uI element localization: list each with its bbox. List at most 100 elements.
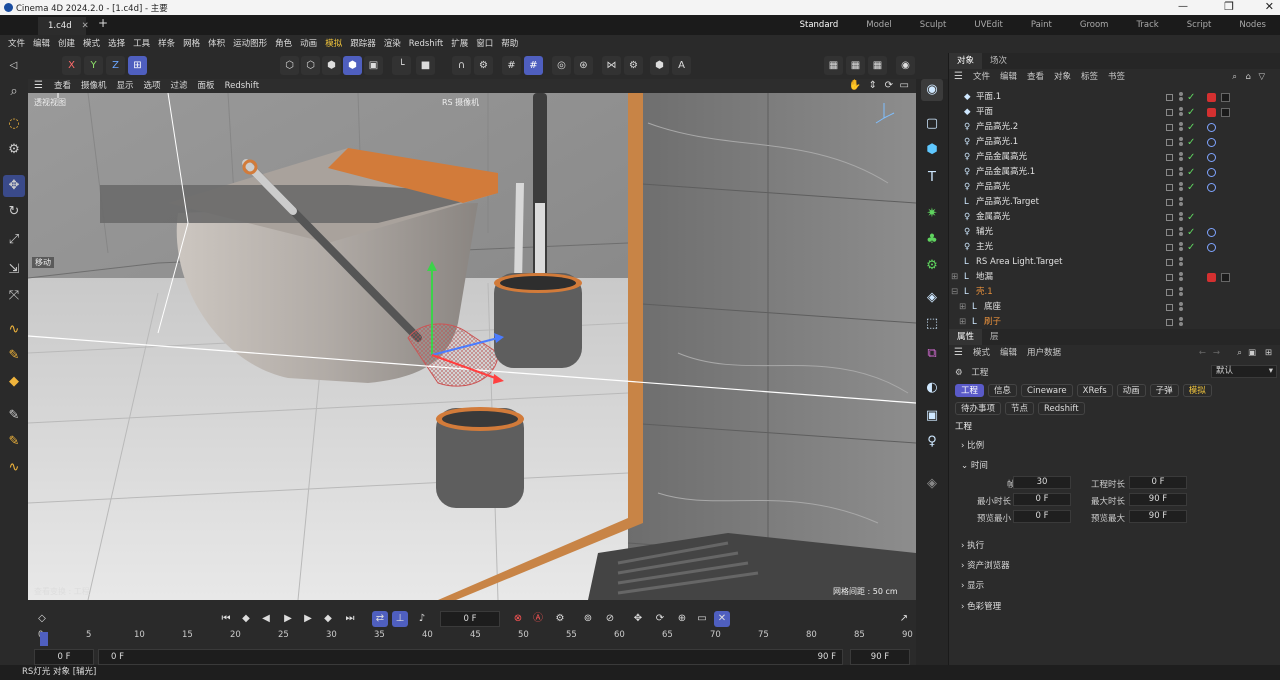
object-row[interactable]: ◆ 平面 ✓ <box>949 105 1280 120</box>
attr-tab-xrefs[interactable]: XRefs <box>1076 384 1113 397</box>
target-tag-icon[interactable] <box>1207 138 1216 147</box>
menu-item-4[interactable]: 选择 <box>104 35 129 53</box>
environment-icon[interactable]: ◐ <box>921 377 943 399</box>
menu-item-17[interactable]: 窗口 <box>472 35 497 53</box>
coordinate-system-icon[interactable]: ⊞ <box>128 56 147 75</box>
preview-max-field[interactable]: 90 F <box>1129 510 1187 523</box>
key-filter-icon[interactable]: ⊘ <box>602 611 618 627</box>
viewport-menu-camera[interactable]: 摄像机 <box>76 79 112 93</box>
enabled-check-icon[interactable]: ✓ <box>1187 165 1195 180</box>
object-row[interactable]: ⊞ L 底座 <box>949 300 1280 315</box>
lock-icon[interactable]: ▣ <box>1243 345 1261 361</box>
volume-icon[interactable]: ⧉ <box>921 343 943 365</box>
loop-icon[interactable]: ⇄ <box>372 611 388 627</box>
generator-icon[interactable]: ✷ <box>921 203 943 225</box>
maximize-viewport-icon[interactable]: ▭ <box>895 79 914 93</box>
viewport-menu-panel[interactable]: 面板 <box>193 79 220 93</box>
brush-icon[interactable]: ✎ <box>3 405 25 427</box>
visibility-dots-icon[interactable] <box>1179 197 1183 207</box>
layer-icon[interactable] <box>1166 289 1173 296</box>
search-icon[interactable]: ⌕ <box>3 81 25 103</box>
layer-icon[interactable] <box>1166 154 1173 161</box>
viewport-menu-display[interactable]: 显示 <box>112 79 139 93</box>
object-row[interactable]: ♀ 产品高光.1 ✓ <box>949 135 1280 150</box>
record-icon[interactable]: ⊗ <box>510 611 526 627</box>
layer-icon[interactable] <box>1166 109 1173 116</box>
menu-item-18[interactable]: 帮助 <box>497 35 522 53</box>
object-row[interactable]: ♀ 主光 ✓ <box>949 240 1280 255</box>
layer-icon[interactable] <box>1166 229 1173 236</box>
visibility-dots-icon[interactable] <box>1179 167 1183 177</box>
menu-item-8[interactable]: 体积 <box>204 35 229 53</box>
group-execute[interactable]: › 执行 <box>961 539 984 551</box>
axis-x-toggle[interactable]: X <box>62 56 81 75</box>
object-row[interactable]: ⊞ L 刷子 <box>949 315 1280 326</box>
enabled-check-icon[interactable]: ✓ <box>1187 225 1195 240</box>
attr-tab-bullet[interactable]: 子弹 <box>1149 384 1179 397</box>
menu-item-10[interactable]: 角色 <box>271 35 296 53</box>
deformer-icon[interactable]: ◈ <box>921 287 943 309</box>
edges-mode-icon[interactable]: ⬡ <box>301 56 320 75</box>
group-scale[interactable]: › 比例 <box>961 439 984 451</box>
object-name[interactable]: 金属高光 <box>976 210 1010 225</box>
attr-tab-info[interactable]: 信息 <box>988 384 1018 397</box>
viewport-menu-filter[interactable]: 过滤 <box>166 79 193 93</box>
visibility-dots-icon[interactable] <box>1179 107 1183 117</box>
magnet-icon[interactable]: ∩ <box>452 56 471 75</box>
tab-takes[interactable]: 场次 <box>982 53 1015 69</box>
menu-item-13[interactable]: 跟踪器 <box>346 35 380 53</box>
selection-options-icon[interactable]: ⚙ <box>3 139 25 161</box>
group-display[interactable]: › 显示 <box>961 579 984 591</box>
duration-field[interactable]: 0 F <box>1129 476 1187 489</box>
object-name[interactable]: 底座 <box>984 300 1001 315</box>
tab-attributes[interactable]: 属性 <box>949 329 983 345</box>
visibility-dots-icon[interactable] <box>1179 272 1183 282</box>
next-key-icon[interactable]: ◆ <box>320 611 336 627</box>
paint-icon[interactable]: ✎ <box>3 431 25 453</box>
menu-item-11[interactable]: 动画 <box>296 35 321 53</box>
enabled-check-icon[interactable]: ✓ <box>1187 150 1195 165</box>
visibility-dots-icon[interactable] <box>1179 122 1183 132</box>
attr-tab-simulation[interactable]: 模拟 <box>1182 384 1212 397</box>
file-tab[interactable]: 1.c4d ✕ <box>38 17 89 35</box>
polygons-mode-icon[interactable]: ⬢ <box>322 56 341 75</box>
om-menu-edit[interactable]: 编辑 <box>995 69 1022 85</box>
goto-end-icon[interactable]: ⏭ <box>342 611 358 627</box>
points-mode-icon[interactable]: ⬡ <box>280 56 299 75</box>
object-row[interactable]: ♀ 产品金属高光.1 ✓ <box>949 165 1280 180</box>
visibility-dots-icon[interactable] <box>1179 182 1183 192</box>
max-time-field[interactable]: 90 F <box>1129 493 1187 506</box>
extrude-icon[interactable]: ◆ <box>3 371 25 393</box>
layer-icon[interactable] <box>1166 274 1173 281</box>
undo-icon[interactable]: ◁ <box>4 56 23 75</box>
material-tag-icon[interactable] <box>1207 93 1216 102</box>
layout-tab-track[interactable]: Track <box>1122 15 1172 35</box>
object-row[interactable]: L RS Area Light.Target <box>949 255 1280 270</box>
object-name[interactable]: 产品高光.2 <box>976 120 1018 135</box>
group-color-management[interactable]: › 色彩管理 <box>961 600 1001 612</box>
object-name[interactable]: RS Area Light.Target <box>976 255 1062 270</box>
menu-item-5[interactable]: 工具 <box>129 35 154 53</box>
texture-tag-icon[interactable] <box>1221 93 1230 102</box>
fps-field[interactable]: 30 <box>1013 476 1071 489</box>
group-time[interactable]: ⌄ 时间 <box>961 459 988 471</box>
render-picture-viewer-icon[interactable]: ▦ <box>846 56 865 75</box>
texture-tag-icon[interactable] <box>1221 273 1230 282</box>
new-panel-icon[interactable]: ⊞ <box>1260 345 1277 361</box>
enabled-check-icon[interactable]: ✓ <box>1187 120 1195 135</box>
goto-start-icon[interactable]: ⏮ <box>218 611 234 627</box>
scale-tool-icon[interactable]: ⤢ <box>3 229 25 251</box>
texture-tag-icon[interactable] <box>1221 108 1230 117</box>
material-tag-icon[interactable] <box>1207 108 1216 117</box>
om-menu-object[interactable]: 对象 <box>1049 69 1076 85</box>
target-tag-icon[interactable] <box>1207 168 1216 177</box>
menu-item-16[interactable]: 扩展 <box>447 35 472 53</box>
menu-item-14[interactable]: 渲染 <box>380 35 405 53</box>
object-name[interactable]: 刷子 <box>984 315 1001 326</box>
axis-mode-icon[interactable]: └ <box>392 56 411 75</box>
target-tag-icon[interactable] <box>1207 243 1216 252</box>
layer-icon[interactable] <box>1166 214 1173 221</box>
spline-pen-icon[interactable]: ∿ <box>3 319 25 341</box>
attr-tab-animation[interactable]: 动画 <box>1116 384 1146 397</box>
preset-dropdown[interactable]: 默认 ▾ <box>1211 365 1277 378</box>
